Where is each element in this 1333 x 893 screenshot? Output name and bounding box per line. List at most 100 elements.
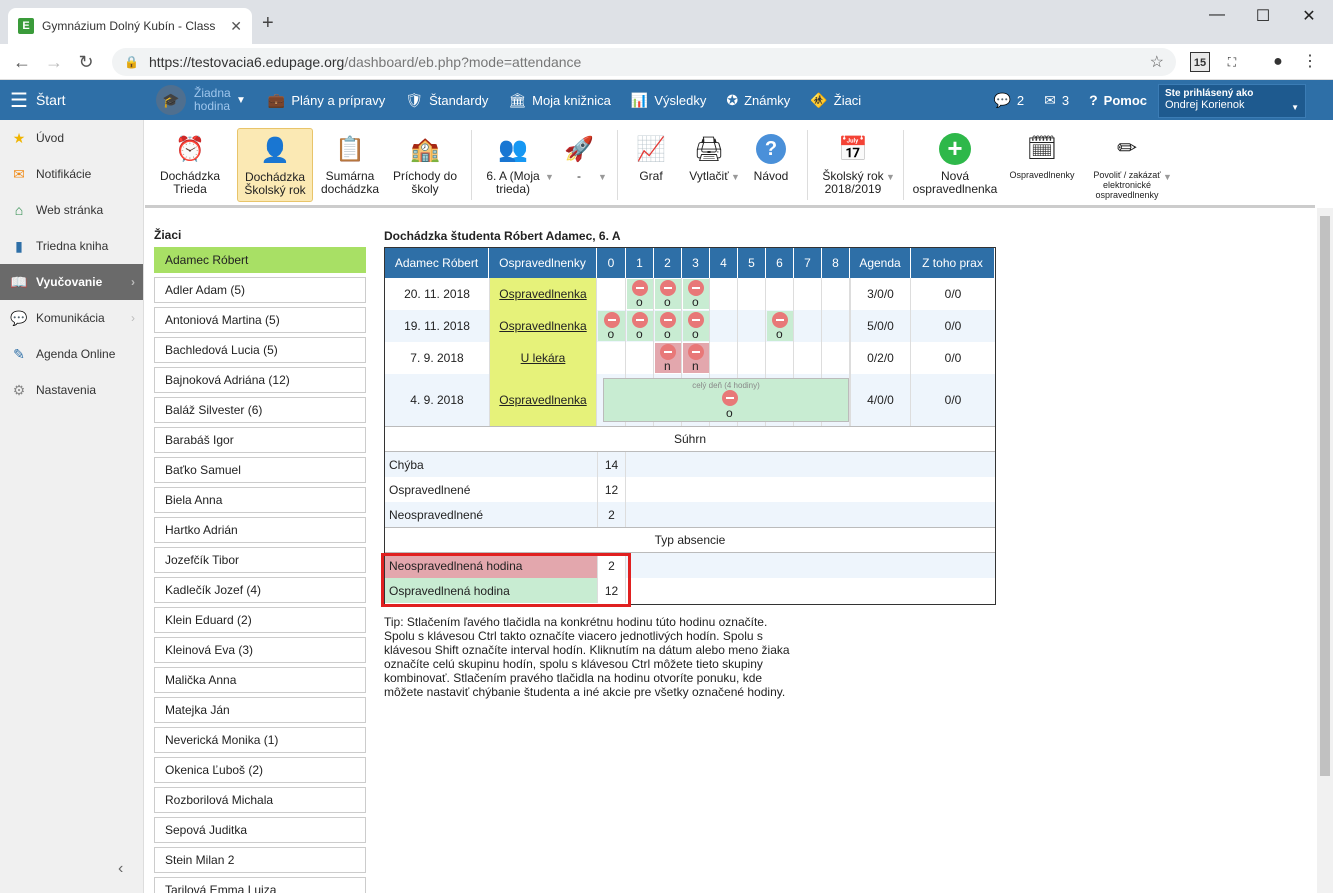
date-cell[interactable]: 19. 11. 2018	[385, 310, 489, 342]
toolbar-rocket-selector[interactable]: 🚀 -	[559, 128, 599, 202]
nav-results[interactable]: 📊 Výsledky	[621, 80, 716, 120]
student-list-item[interactable]: Jozefčík Tibor	[154, 547, 366, 573]
sidebar-item-uvod[interactable]: ★ Úvod	[0, 120, 143, 156]
sidebar-item-komunikacia[interactable]: 💬 Komunikácia ›	[0, 300, 143, 336]
student-list-item[interactable]: Biela Anna	[154, 487, 366, 513]
forward-icon[interactable]: →	[42, 52, 66, 73]
lesson-cell[interactable]	[738, 278, 766, 310]
nav-library[interactable]: 🏛 Moja knižnica	[498, 80, 621, 120]
excuse-cell[interactable]: Ospravedlnenka	[489, 278, 597, 310]
minimize-icon[interactable]: —	[1202, 6, 1232, 24]
lesson-cell[interactable]	[597, 278, 626, 310]
date-cell[interactable]: 4. 9. 2018	[385, 374, 489, 426]
lesson-cell[interactable]	[626, 342, 654, 374]
help-button[interactable]: ? Pomoc	[1079, 80, 1157, 120]
student-list-item[interactable]: Okenica Ľuboš (2)	[154, 757, 366, 783]
lesson-cell[interactable]	[794, 310, 822, 342]
date-cell[interactable]: 7. 9. 2018	[385, 342, 489, 374]
browser-tab[interactable]: E Gymnázium Dolný Kubín - Class ✕	[8, 8, 252, 44]
student-list-item[interactable]: Rozborilová Michala	[154, 787, 366, 813]
student-list-item[interactable]: Barabáš Igor	[154, 427, 366, 453]
lesson-cell[interactable]	[738, 310, 766, 342]
student-list-item[interactable]: Matejka Ján	[154, 697, 366, 723]
student-list-item[interactable]: Hartko Adrián	[154, 517, 366, 543]
lesson-cell[interactable]	[766, 278, 794, 310]
lesson-cell[interactable]	[710, 278, 738, 310]
lesson-cell[interactable]	[738, 342, 766, 374]
student-list-item[interactable]: Adamec Róbert	[154, 247, 366, 273]
class-dropdown-icon[interactable]: ▼	[545, 172, 554, 182]
sidebar-item-triedna-kniha[interactable]: ▮ Triedna kniha	[0, 228, 143, 264]
page-scrollbar[interactable]	[1317, 208, 1333, 893]
toolbar-graph[interactable]: 📈 Graf	[629, 128, 673, 202]
date-cell[interactable]: 20. 11. 2018	[385, 278, 489, 310]
excuse-link[interactable]: Ospravedlnenka	[499, 393, 586, 407]
student-list-item[interactable]: Tarilová Emma Luiza	[154, 877, 366, 893]
close-window-icon[interactable]: ✕	[1294, 6, 1324, 26]
toolbar-guide[interactable]: ? Návod	[749, 128, 793, 202]
maximize-icon[interactable]: ☐	[1248, 6, 1278, 26]
lesson-cell[interactable]	[766, 342, 794, 374]
toolbar-new-excuse[interactable]: + Nová ospravedlnenka	[909, 128, 1001, 202]
back-icon[interactable]: ←	[10, 52, 34, 73]
excuse-cell[interactable]: Ospravedlnenka	[489, 374, 597, 426]
nav-grades[interactable]: ✪ Známky	[716, 80, 800, 120]
sidebar-item-agenda[interactable]: ✎ Agenda Online	[0, 336, 143, 372]
nav-standards[interactable]: 🛡 Štandardy	[395, 80, 498, 120]
sidebar-item-vyucovanie[interactable]: 📖 Vyučovanie ›	[0, 264, 143, 300]
e-excuse-dropdown-icon[interactable]: ▼	[1163, 172, 1172, 182]
lesson-cell[interactable]	[710, 342, 738, 374]
toolbar-class-attendance[interactable]: ⏰ Dochádzka Trieda	[159, 128, 221, 202]
student-list-item[interactable]: Adler Adam (5)	[154, 277, 366, 303]
mail-button[interactable]: ✉ 3	[1034, 80, 1079, 120]
messages-button[interactable]: 💬 2	[983, 80, 1034, 120]
close-tab-icon[interactable]: ✕	[230, 18, 242, 35]
sidebar-item-nastavenia[interactable]: ⚙ Nastavenia	[0, 372, 143, 408]
toolbar-toggle-e-excuses[interactable]: ✏ Povoliť / zakázať elektronické ospraved…	[1087, 128, 1167, 202]
lesson-cell[interactable]	[822, 278, 850, 310]
extension-badge[interactable]: 15	[1190, 52, 1210, 72]
toolbar-excuses[interactable]: 🗓 Ospravedlnenky	[1009, 128, 1075, 202]
user-menu[interactable]: Ste prihlásený ako Ondrej Korienok ▼	[1158, 84, 1306, 118]
lesson-cell[interactable]	[822, 342, 850, 374]
sidebar-item-notifikacie[interactable]: ✉ Notifikácie	[0, 156, 143, 192]
student-list-item[interactable]: Baláž Silvester (6)	[154, 397, 366, 423]
student-list-item[interactable]: Stein Milan 2	[154, 847, 366, 873]
browser-menu-icon[interactable]: ⋮	[1300, 52, 1320, 72]
url-input[interactable]: 🔒 https://testovacia6.edupage.org/dashbo…	[112, 48, 1176, 76]
student-list-item[interactable]: Kadlečík Jozef (4)	[154, 577, 366, 603]
student-list-item[interactable]: Malička Anna	[154, 667, 366, 693]
toolbar-school-year-attendance[interactable]: 👤 Dochádzka Školský rok	[237, 128, 313, 202]
collapse-sidebar-icon[interactable]: ‹	[118, 860, 123, 878]
toolbar-print[interactable]: 🖨 Vytlačiť	[683, 128, 735, 202]
print-dropdown-icon[interactable]: ▼	[731, 172, 740, 182]
school-year-dropdown-icon[interactable]: ▼	[886, 172, 895, 182]
toolbar-class-selector[interactable]: 👥 6. A (Moja trieda)	[481, 128, 545, 202]
screenshot-extension-icon[interactable]: ⛶	[1222, 52, 1242, 72]
excuse-link[interactable]: U lekára	[521, 351, 566, 365]
lesson-selector[interactable]: 🎓 Žiadna hodina ▼	[144, 80, 258, 120]
lesson-cell[interactable]	[794, 342, 822, 374]
student-list-item[interactable]: Sepová Juditka	[154, 817, 366, 843]
student-list-item[interactable]: Neverická Monika (1)	[154, 727, 366, 753]
student-list-item[interactable]: Baťko Samuel	[154, 457, 366, 483]
student-list-item[interactable]: Kleinová Eva (3)	[154, 637, 366, 663]
excuse-link[interactable]: Ospravedlnenka	[499, 287, 586, 301]
toolbar-summary-attendance[interactable]: 📋 Sumárna dochádzka	[317, 128, 383, 202]
nav-students[interactable]: 🚸 Žiaci	[800, 80, 871, 120]
bookmark-star-icon[interactable]: ☆	[1150, 52, 1164, 72]
lesson-cell[interactable]	[597, 342, 626, 374]
lesson-cell[interactable]	[822, 310, 850, 342]
rocket-dropdown-icon[interactable]: ▼	[598, 172, 607, 182]
student-list-item[interactable]: Klein Eduard (2)	[154, 607, 366, 633]
reload-icon[interactable]: ↻	[74, 52, 98, 73]
excuse-link[interactable]: Ospravedlnenka	[499, 319, 586, 333]
excuse-cell[interactable]: Ospravedlnenka	[489, 310, 597, 342]
lesson-cell[interactable]	[710, 310, 738, 342]
excuse-cell[interactable]: U lekára	[489, 342, 597, 374]
student-list-item[interactable]: Bachledová Lucia (5)	[154, 337, 366, 363]
student-list-item[interactable]: Bajnoková Adriána (12)	[154, 367, 366, 393]
scrollbar-thumb[interactable]	[1320, 216, 1330, 776]
new-tab-icon[interactable]: +	[262, 12, 274, 35]
sidebar-item-web[interactable]: ⌂ Web stránka	[0, 192, 143, 228]
